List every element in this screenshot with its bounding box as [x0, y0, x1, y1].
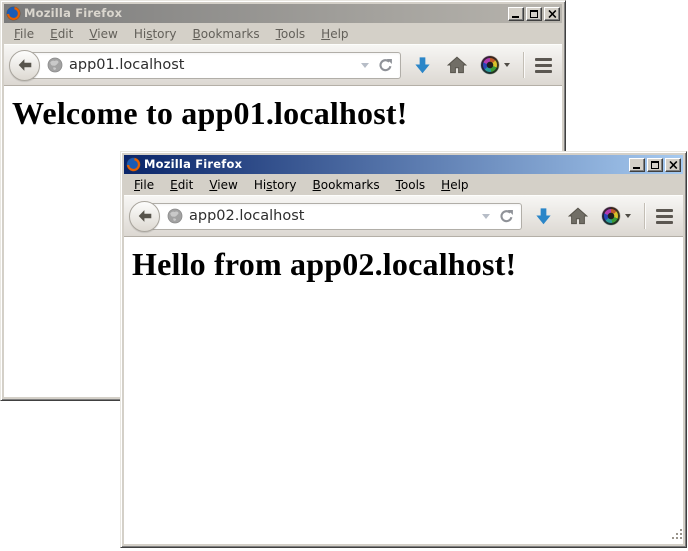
- toolbar-separator: [644, 203, 645, 229]
- menu-item-history[interactable]: History: [246, 176, 305, 194]
- globe-icon: [47, 57, 63, 73]
- menu-item-help[interactable]: Help: [433, 176, 476, 194]
- reload-icon: [378, 58, 393, 73]
- app-menu-button[interactable]: [535, 58, 552, 73]
- site-identity-button[interactable]: [47, 57, 63, 73]
- window-controls: [629, 158, 681, 172]
- close-icon: [548, 10, 557, 18]
- addon-colorwheel-button[interactable]: [481, 56, 510, 74]
- menu-item-history[interactable]: History: [126, 25, 185, 43]
- minimize-button[interactable]: [508, 7, 524, 21]
- window-title: Mozilla Firefox: [144, 157, 626, 172]
- window-controls: [508, 7, 560, 21]
- back-arrow-icon: [17, 57, 33, 73]
- navigation-toolbar: [124, 195, 683, 237]
- home-button[interactable]: [568, 207, 588, 225]
- app-menu-button[interactable]: [656, 209, 673, 224]
- close-button[interactable]: [544, 7, 560, 21]
- browser-window-app02[interactable]: Mozilla Firefox File Edit View History B…: [120, 151, 687, 548]
- globe-icon: [167, 208, 183, 224]
- download-button[interactable]: [534, 207, 553, 226]
- maximize-icon: [530, 10, 538, 18]
- hamburger-icon: [656, 209, 673, 224]
- navigation-toolbar: [4, 44, 562, 86]
- reload-button[interactable]: [378, 58, 393, 73]
- home-icon: [568, 207, 588, 225]
- firefox-logo-icon: [6, 6, 21, 21]
- menu-item-bookmarks[interactable]: Bookmarks: [185, 25, 268, 43]
- hamburger-icon: [535, 58, 552, 73]
- site-identity-button[interactable]: [167, 208, 183, 224]
- minimize-button[interactable]: [629, 158, 645, 172]
- reload-button[interactable]: [499, 209, 514, 224]
- titlebar[interactable]: Mozilla Firefox: [124, 155, 683, 174]
- back-button[interactable]: [9, 50, 40, 81]
- titlebar[interactable]: Mozilla Firefox: [4, 4, 562, 23]
- toolbar-separator: [523, 52, 524, 78]
- maximize-button[interactable]: [526, 7, 542, 21]
- page-content-app02: Hello from app02.localhost!: [124, 237, 683, 544]
- back-arrow-icon: [137, 208, 153, 224]
- page-heading: Welcome to app01.localhost!: [12, 95, 562, 132]
- minimize-icon: [512, 16, 519, 18]
- close-icon: [669, 161, 678, 169]
- home-icon: [447, 56, 467, 74]
- menu-item-file[interactable]: File: [6, 25, 42, 43]
- chevron-down-icon: [361, 63, 369, 68]
- resize-grip[interactable]: [671, 526, 684, 545]
- urlbar-history-dropdown-button[interactable]: [361, 63, 372, 68]
- url-bar: [24, 52, 401, 79]
- menubar: File Edit View History Bookmarks Tools H…: [4, 23, 562, 44]
- close-button[interactable]: [665, 158, 681, 172]
- reload-icon: [499, 209, 514, 224]
- menu-item-bookmarks[interactable]: Bookmarks: [305, 176, 388, 194]
- maximize-button[interactable]: [647, 158, 663, 172]
- urlbar-history-dropdown-button[interactable]: [482, 214, 493, 219]
- home-button[interactable]: [447, 56, 467, 74]
- menu-item-edit[interactable]: Edit: [42, 25, 81, 43]
- caret-down-icon: [504, 63, 510, 67]
- menu-item-file[interactable]: File: [126, 176, 162, 194]
- back-button[interactable]: [129, 201, 160, 232]
- colorwheel-icon: [481, 56, 499, 74]
- grip-dots-icon: [671, 528, 684, 541]
- download-icon: [413, 56, 432, 75]
- download-button[interactable]: [413, 56, 432, 75]
- maximize-icon: [651, 161, 659, 169]
- menu-item-view[interactable]: View: [81, 25, 125, 43]
- menu-item-tools[interactable]: Tools: [388, 176, 434, 194]
- download-icon: [534, 207, 553, 226]
- page-heading: Hello from app02.localhost!: [132, 246, 683, 283]
- chevron-down-icon: [482, 214, 490, 219]
- url-bar: [144, 203, 522, 230]
- colorwheel-icon: [602, 207, 620, 225]
- menu-item-tools[interactable]: Tools: [268, 25, 314, 43]
- menubar: File Edit View History Bookmarks Tools H…: [124, 174, 683, 195]
- minimize-icon: [633, 167, 640, 169]
- menu-item-view[interactable]: View: [201, 176, 245, 194]
- menu-item-edit[interactable]: Edit: [162, 176, 201, 194]
- caret-down-icon: [625, 214, 631, 218]
- url-input[interactable]: [189, 208, 476, 225]
- menu-item-help[interactable]: Help: [313, 25, 356, 43]
- firefox-logo-icon: [126, 157, 141, 172]
- window-title: Mozilla Firefox: [24, 6, 505, 21]
- url-input[interactable]: [69, 57, 355, 74]
- addon-colorwheel-button[interactable]: [602, 207, 631, 225]
